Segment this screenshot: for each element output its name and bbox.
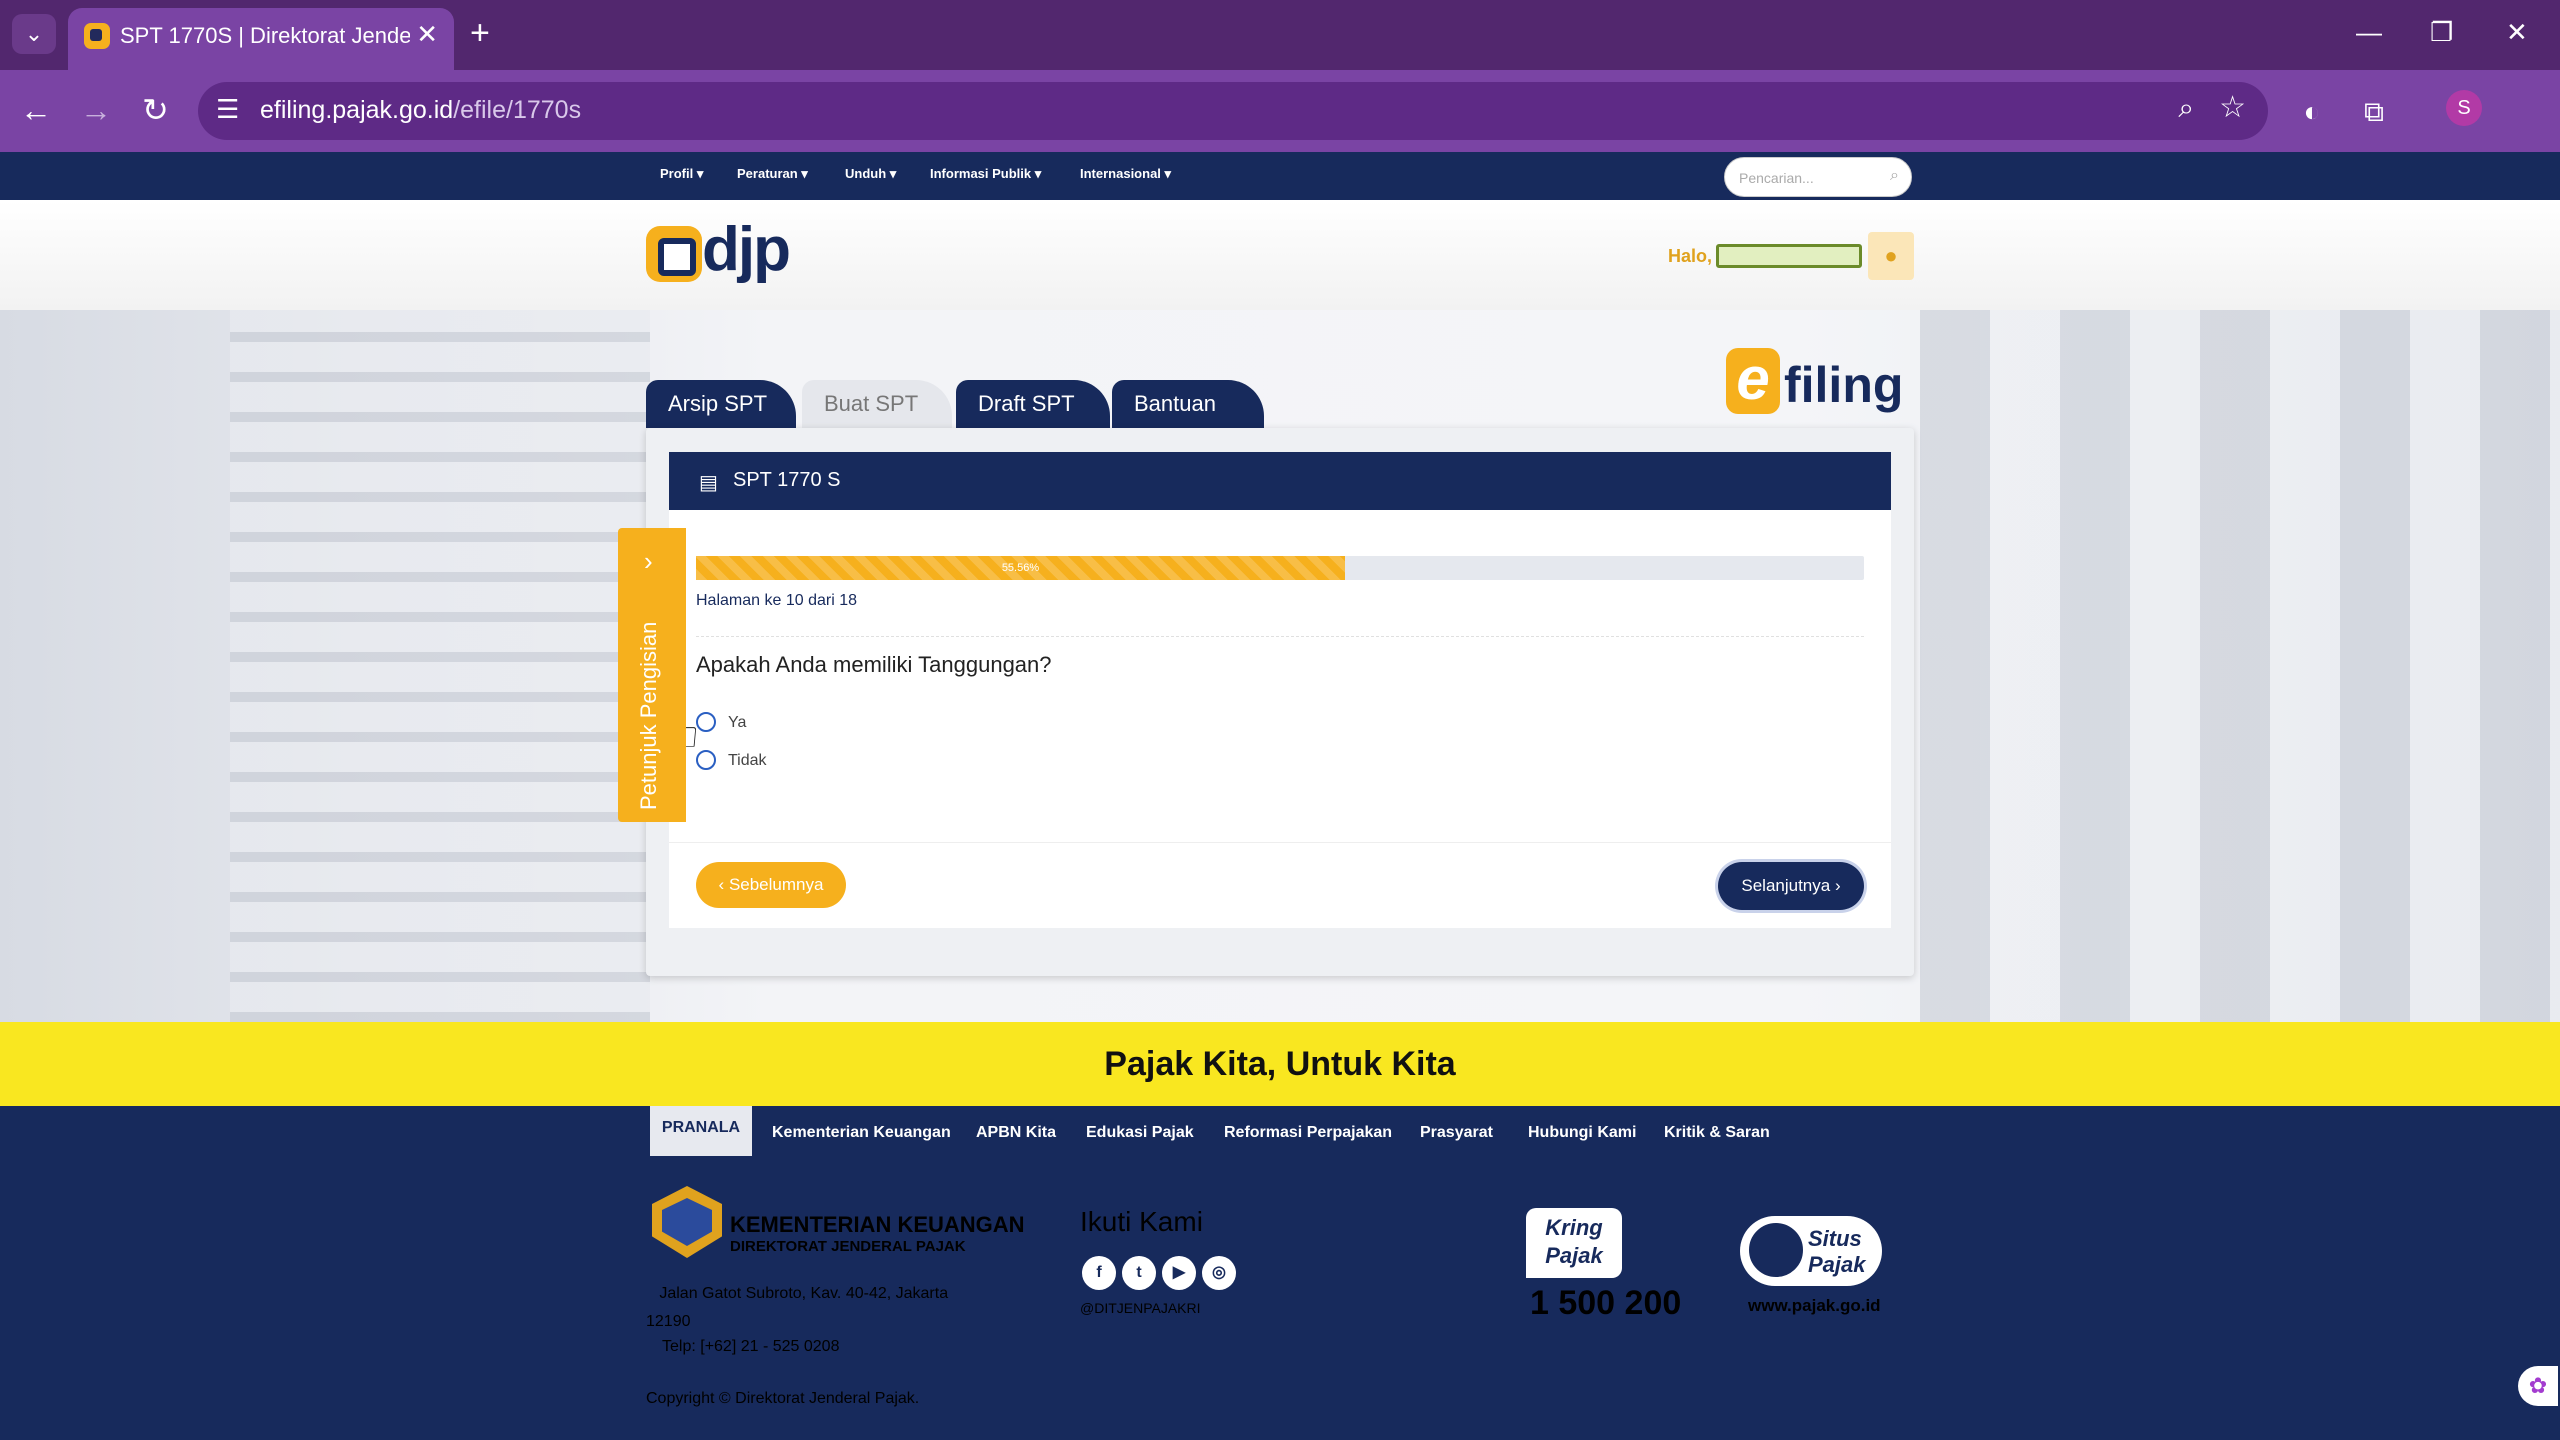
site-top-nav: Profil ▾ Peraturan ▾ Unduh ▾ Informasi P… xyxy=(0,152,2560,200)
progress-bar: 55.56% xyxy=(696,556,1864,580)
org-name: KEMENTERIAN KEUANGAN xyxy=(730,1212,1025,1237)
nav-peraturan[interactable]: Peraturan ▾ xyxy=(737,166,808,182)
document-icon: ▤ xyxy=(699,472,718,494)
address: Jalan Gatot Subroto, Kav. 40-42, Jakarta… xyxy=(646,1280,986,1336)
greeting: Halo, xyxy=(1668,246,1713,266)
djp-logo-text[interactable]: djp xyxy=(702,214,791,285)
social-handle: @DITJENPAJAKRI xyxy=(1080,1300,1201,1316)
phone: Telp: [+62] 21 - 525 0208 xyxy=(662,1338,840,1355)
next-button[interactable]: Selanjutnya › xyxy=(1718,862,1864,910)
tab-bantuan[interactable]: Bantuan xyxy=(1112,380,1264,428)
nav-internasional[interactable]: Internasional ▾ xyxy=(1080,166,1171,182)
question-text: Apakah Anda memiliki Tanggungan? xyxy=(696,652,1052,677)
footer-pranala-label: PRANALA xyxy=(650,1106,752,1156)
browser-toolbar: ← → ↻ ☰ efiling.pajak.go.id/efile/1770s … xyxy=(0,70,2560,152)
site-header xyxy=(0,200,2560,310)
favicon-icon xyxy=(84,23,110,49)
building-image-right xyxy=(1920,310,2560,1022)
previous-button[interactable]: ‹ Sebelumnya xyxy=(696,862,846,908)
option-tidak-label[interactable]: Tidak xyxy=(728,752,767,770)
tab-draft-spt[interactable]: Draft SPT xyxy=(956,380,1110,428)
extension-icon[interactable]: ◐ xyxy=(2292,92,2332,132)
tab-title: SPT 1770S | Direktorat Jenderal P xyxy=(120,23,410,48)
form-title: SPT 1770 S xyxy=(733,469,841,491)
copyright: Copyright © Direktorat Jenderal Pajak. xyxy=(646,1390,920,1407)
close-icon[interactable]: ✕ xyxy=(416,20,438,48)
address-bar[interactable]: ☰ efiling.pajak.go.id/efile/1770s ⌕ ☆ xyxy=(198,82,2268,140)
form-header: ▤ SPT 1770 S xyxy=(669,452,1891,510)
facebook-icon[interactable]: f xyxy=(1082,1256,1116,1290)
option-ya-label[interactable]: Ya xyxy=(728,714,746,732)
youtube-icon[interactable]: ▶ xyxy=(1162,1256,1196,1290)
restore-icon[interactable]: ❐ xyxy=(2430,12,2453,52)
tab-buat-spt[interactable]: Buat SPT xyxy=(802,380,952,428)
progress-fill: 55.56% xyxy=(696,556,1345,580)
instagram-icon[interactable]: ◎ xyxy=(1202,1256,1236,1290)
org-subname: DIREKTORAT JENDERAL PAJAK xyxy=(730,1238,966,1255)
search-placeholder: Pencarian... xyxy=(1739,170,1814,186)
footer-link-kemenkeu[interactable]: Kementerian Keuangan xyxy=(772,1124,951,1142)
footer-link-kritik[interactable]: Kritik & Saran xyxy=(1664,1124,1770,1142)
browser-tab-strip: ⌄ SPT 1770S | Direktorat Jenderal P ✕ + … xyxy=(0,0,2560,70)
footer-link-edukasi[interactable]: Edukasi Pajak xyxy=(1086,1124,1194,1142)
bookmark-star-icon[interactable]: ☆ xyxy=(2219,90,2246,125)
browser-tab[interactable]: SPT 1770S | Direktorat Jenderal P ✕ xyxy=(68,8,454,70)
window-close-icon[interactable]: ✕ xyxy=(2506,12,2528,52)
site-info-icon[interactable]: ☰ xyxy=(216,94,239,125)
efiling-logo-text: filing xyxy=(1784,357,1904,413)
address-text: Jalan Gatot Subroto, Kav. 40-42, Jakarta… xyxy=(646,1285,949,1330)
new-tab-button[interactable]: + xyxy=(470,14,490,52)
zoom-icon[interactable]: ⌕ xyxy=(2178,92,2194,125)
globe-icon xyxy=(1746,1220,1806,1280)
petunjuk-pengisian-panel[interactable]: › Petunjuk Pengisian xyxy=(618,528,686,822)
profile-avatar[interactable]: S xyxy=(2446,90,2482,126)
user-menu-button[interactable]: ● xyxy=(1868,232,1914,280)
petunjuk-label: Petunjuk Pengisian xyxy=(636,621,661,810)
next-label: Selanjutnya xyxy=(1741,876,1831,895)
follow-title: Ikuti Kami xyxy=(1080,1206,1203,1237)
footer-link-reformasi[interactable]: Reformasi Perpajakan xyxy=(1224,1124,1392,1142)
tab-search-button[interactable]: ⌄ xyxy=(12,14,56,54)
footer-link-apbn[interactable]: APBN Kita xyxy=(976,1124,1056,1142)
site-search-input[interactable]: Pencarian... ⌕ xyxy=(1724,157,1912,197)
nav-profil[interactable]: Profil ▾ xyxy=(660,166,703,182)
url-text[interactable]: efiling.pajak.go.id/efile/1770s xyxy=(260,96,581,125)
kring-pajak-number: 1 500 200 xyxy=(1530,1284,1682,1322)
divider xyxy=(669,842,1891,843)
nav-informasi-publik[interactable]: Informasi Publik ▾ xyxy=(930,166,1041,182)
djp-logo-mark[interactable] xyxy=(646,226,702,282)
twitter-icon[interactable]: t xyxy=(1122,1256,1156,1290)
page-info: Halaman ke 10 dari 18 xyxy=(696,592,857,609)
reload-icon[interactable]: ↻ xyxy=(142,90,169,130)
site-footer xyxy=(0,1106,2560,1440)
divider xyxy=(696,636,1864,637)
puzzle-icon[interactable]: ⧉ xyxy=(2354,92,2394,132)
situs-pajak-url[interactable]: www.pajak.go.id xyxy=(1748,1296,1881,1316)
assistant-icon[interactable]: ✿ xyxy=(2518,1366,2558,1406)
slogan-banner: Pajak Kita, Untuk Kita xyxy=(0,1022,2560,1106)
back-icon[interactable]: ← xyxy=(20,90,52,130)
minimize-icon[interactable]: — xyxy=(2356,12,2382,52)
situs-pajak-logo[interactable]: Situs Pajak xyxy=(1740,1216,1882,1286)
previous-label: Sebelumnya xyxy=(728,875,824,894)
username-field xyxy=(1716,244,1862,268)
building-image-left xyxy=(230,310,650,1022)
footer-link-prasyarat[interactable]: Prasyarat xyxy=(1420,1124,1493,1142)
progress-label: 55.56% xyxy=(1001,562,1040,574)
efiling-e-mark: e xyxy=(1726,348,1780,414)
search-icon[interactable]: ⌕ xyxy=(1890,167,1899,185)
footer-link-hubungi[interactable]: Hubungi Kami xyxy=(1528,1124,1636,1142)
nav-unduh[interactable]: Unduh ▾ xyxy=(845,166,896,182)
kring-pajak-logo[interactable]: Kring Pajak xyxy=(1526,1208,1622,1278)
tab-arsip-spt[interactable]: Arsip SPT xyxy=(646,380,796,428)
forward-icon[interactable]: → xyxy=(80,90,112,130)
situs-pajak-label: Situs Pajak xyxy=(1808,1226,1866,1277)
